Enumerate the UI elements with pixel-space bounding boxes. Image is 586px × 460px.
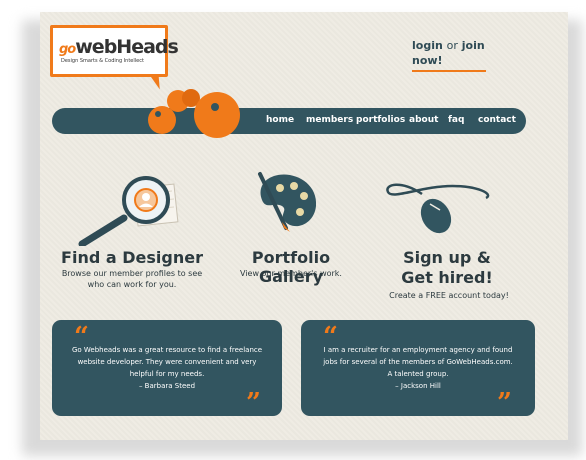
palette-icon <box>258 172 317 232</box>
portfolio-gallery-title: Portfolio Gallery <box>251 248 331 286</box>
join-link[interactable]: join <box>462 39 485 52</box>
close-quote-icon: ” <box>497 388 512 418</box>
sign-up-title: Sign up & Get hired! <box>384 248 510 288</box>
find-designer-title: Find a Designer <box>61 248 203 267</box>
testimonial-text: I am a recruiter for an employment agenc… <box>323 346 513 378</box>
login-join-links: login or join now! <box>412 38 486 72</box>
close-quote-icon: ” <box>246 388 261 418</box>
nav-members[interactable]: members <box>306 115 353 125</box>
decor-bubble <box>194 92 240 138</box>
portfolio-gallery-text: View our member's work. <box>240 269 342 278</box>
nav-contact[interactable]: contact <box>478 115 516 125</box>
decor-dot <box>155 111 161 117</box>
magnifier-icon <box>78 176 179 246</box>
testimonial-card: “ Go Webheads was a great resource to fi… <box>52 320 282 416</box>
testimonial-author: – Barbara Steed <box>138 382 196 390</box>
mouse-icon <box>386 183 490 234</box>
decor-bubble <box>148 106 176 134</box>
nav-about[interactable]: about <box>409 115 438 125</box>
logo-text: gowebHeads <box>59 36 179 58</box>
sign-up-title-line1: Sign up & <box>403 248 491 267</box>
testimonial-author: – Jackson Hill <box>395 382 441 390</box>
find-designer-text: Browse our member profiles to see who ca… <box>61 269 203 289</box>
testimonial-text: Go Webheads was a great resource to find… <box>71 346 263 378</box>
nav-faq[interactable]: faq <box>448 115 464 125</box>
testimonial-card: “ I am a recruiter for an employment age… <box>301 320 535 416</box>
or-text: or <box>446 39 458 52</box>
nav-home[interactable]: home <box>266 115 294 125</box>
now-text: now! <box>412 54 443 67</box>
main-nav: home members portfolios about faq contac… <box>52 108 526 134</box>
sign-up-title-line2: Get hired! <box>401 268 493 287</box>
logo[interactable]: gowebHeads Design Smarts & Coding Intell… <box>50 25 179 77</box>
login-link[interactable]: login <box>412 39 443 52</box>
logo-tagline: Design Smarts & Coding Intellect <box>61 58 144 64</box>
decor-dot <box>211 103 219 111</box>
sign-up-text: Create a FREE account today! <box>389 291 509 300</box>
nav-portfolios[interactable]: portfolios <box>356 115 405 125</box>
